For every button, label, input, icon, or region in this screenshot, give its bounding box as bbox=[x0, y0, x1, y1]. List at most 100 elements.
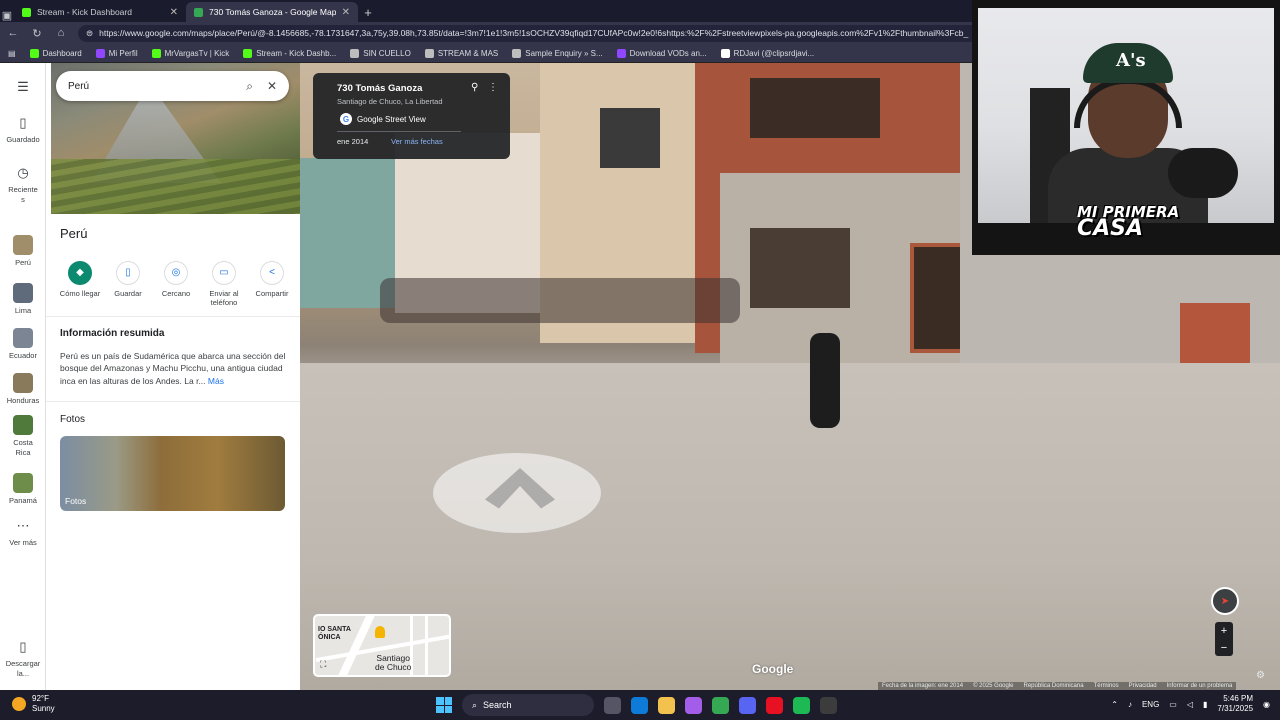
menu-button[interactable]: ☰ bbox=[0, 79, 46, 99]
home-icon[interactable]: ⌂ bbox=[54, 27, 68, 39]
network-icon[interactable]: ▭ bbox=[1169, 700, 1177, 709]
browser-tab[interactable]: 730 Tomás Ganoza - Google Maps ✕ bbox=[186, 2, 358, 22]
new-tab-icon[interactable]: + bbox=[358, 2, 378, 22]
menu-icon: ☰ bbox=[17, 79, 29, 94]
copilot-icon[interactable] bbox=[685, 696, 702, 714]
bookmark-item[interactable]: Sample Enquiry » S... bbox=[512, 48, 603, 58]
tray-chevron-icon[interactable]: ⌃ bbox=[1111, 700, 1118, 709]
action-phone[interactable]: ▭ Enviar al teléfono bbox=[200, 261, 248, 308]
bookmark-item[interactable]: Mi Perfil bbox=[95, 48, 138, 58]
action-directions[interactable]: ◆ Cómo llegar bbox=[56, 261, 104, 308]
minimap-area-label: IO SANTA ÓNICA bbox=[318, 626, 351, 642]
recent-place-label: Rica bbox=[15, 447, 31, 457]
search-box[interactable]: Perú ⌕ ✕ bbox=[56, 71, 289, 101]
attribution-item[interactable]: Informar de un problema bbox=[1167, 683, 1233, 689]
recent-place-item[interactable]: Lima bbox=[0, 283, 46, 316]
bookmark-item[interactable]: STREAM & MAS bbox=[424, 48, 498, 58]
sv-more-dates-link[interactable]: Ver más fechas bbox=[391, 137, 443, 146]
google-g-icon: G bbox=[340, 113, 352, 125]
settings-icon[interactable]: ⚙ bbox=[1256, 670, 1265, 681]
action-share[interactable]: < Compartir bbox=[248, 261, 296, 308]
folder-icon[interactable] bbox=[658, 696, 675, 714]
more-recents-button[interactable]: ⋯ Ver más bbox=[0, 518, 46, 548]
bookmark-label: Mi Perfil bbox=[108, 48, 138, 58]
action-bookmark[interactable]: ▯ Guardar bbox=[104, 261, 152, 308]
battery-icon[interactable]: ▮ bbox=[1203, 700, 1207, 709]
recent-place-item[interactable]: Honduras bbox=[0, 373, 46, 406]
taskbar-center: ⌕ Search bbox=[436, 694, 837, 716]
opera-icon[interactable] bbox=[766, 696, 783, 714]
zoom-in-icon[interactable]: + bbox=[1221, 625, 1227, 637]
recent-place-item[interactable]: Panamá bbox=[0, 473, 46, 506]
tab-actions-icon[interactable]: ▣ bbox=[0, 9, 14, 22]
compass-icon[interactable]: ➤ bbox=[1211, 587, 1239, 615]
close-tab-icon[interactable]: ✕ bbox=[170, 7, 178, 18]
saved-button[interactable]: ▯ Guardado bbox=[0, 115, 46, 145]
summary-more-link[interactable]: Más bbox=[208, 376, 224, 386]
chrome-icon[interactable] bbox=[712, 696, 729, 714]
close-icon[interactable]: ✕ bbox=[267, 79, 277, 93]
terminal-icon[interactable] bbox=[820, 696, 837, 714]
photos-thumbnail[interactable]: Fotos bbox=[60, 436, 285, 511]
clock[interactable]: 5:46 PM 7/31/2025 bbox=[1217, 694, 1253, 715]
recent-place-item[interactable]: Costa Rica bbox=[0, 415, 46, 458]
recent-place-item[interactable]: Ecuador bbox=[0, 328, 46, 361]
apps-icon[interactable]: ▤ bbox=[8, 49, 16, 58]
recent-place-thumbnail bbox=[13, 283, 33, 303]
expand-icon[interactable]: ⛶ bbox=[320, 659, 326, 670]
divider bbox=[337, 131, 461, 132]
search-input[interactable]: Perú bbox=[68, 81, 232, 92]
attribution-item[interactable]: Privacidad bbox=[1129, 683, 1157, 689]
bookmark-item[interactable]: Dashboard bbox=[29, 48, 82, 58]
navigation-disc[interactable] bbox=[433, 453, 601, 533]
spotify-icon[interactable] bbox=[793, 696, 810, 714]
discord-icon[interactable] bbox=[739, 696, 756, 714]
taskbar-search-label: Search bbox=[483, 700, 512, 710]
bookmark-item[interactable]: MrVargasTv | Kick bbox=[151, 48, 230, 58]
back-icon[interactable]: ← bbox=[6, 27, 20, 39]
download-app-button[interactable]: ▯ Descargar la... bbox=[0, 639, 46, 678]
reload-icon[interactable]: ↻ bbox=[30, 27, 44, 40]
share-icon: < bbox=[260, 261, 284, 285]
bookmark-item[interactable]: RDJavi (@clipsrdjavi... bbox=[720, 48, 814, 58]
browser-tab[interactable]: Stream - Kick Dashboard ✕ bbox=[14, 2, 186, 22]
attribution-bar: Fecha de la imagen: ene 2014 © 2025 Googl… bbox=[878, 682, 1237, 690]
bookmark-favicon-icon bbox=[424, 48, 434, 58]
google-watermark: Google bbox=[752, 662, 794, 676]
recent-place-thumbnail bbox=[13, 415, 33, 435]
language-indicator[interactable]: ENG bbox=[1142, 700, 1159, 709]
notification-icon[interactable]: ◉ bbox=[1263, 700, 1270, 709]
attribution-item[interactable]: República Dominicana bbox=[1024, 683, 1084, 689]
webcam-overlay: A's MI PRIMERA CASA bbox=[972, 0, 1280, 255]
bookmark-label: MrVargasTv | Kick bbox=[164, 48, 230, 58]
history-icon: ◷ bbox=[17, 165, 29, 180]
minimap[interactable]: IO SANTA ÓNICA Santiago de Chuco ⛶ bbox=[313, 614, 451, 677]
recents-button[interactable]: ◷ Reciente s bbox=[0, 165, 46, 204]
edge-icon[interactable] bbox=[631, 696, 648, 714]
bookmark-favicon-icon bbox=[243, 48, 253, 58]
bookmark-item[interactable]: Download VODs an... bbox=[616, 48, 707, 58]
weather-widget[interactable]: 92°F Sunny bbox=[12, 694, 55, 713]
bookmark-item[interactable]: SIN CUELLO bbox=[350, 48, 411, 58]
task-view-icon[interactable] bbox=[604, 696, 621, 714]
search-icon[interactable]: ⌕ bbox=[246, 79, 253, 94]
bookmark-item[interactable]: Stream - Kick Dashb... bbox=[243, 48, 336, 58]
phone-icon: ▯ bbox=[19, 639, 27, 654]
taskbar-search[interactable]: ⌕ Search bbox=[462, 694, 594, 716]
minimap-town-label: Santiago de Chuco bbox=[375, 653, 411, 673]
close-tab-icon[interactable]: ✕ bbox=[342, 7, 350, 18]
mic-icon[interactable]: ♪ bbox=[1128, 700, 1132, 709]
attribution-item[interactable]: Términos bbox=[1094, 683, 1119, 689]
site-info-icon[interactable]: ⊜ bbox=[86, 28, 93, 39]
recent-place-item[interactable]: Perú bbox=[0, 235, 46, 268]
windows-start-icon[interactable] bbox=[436, 697, 452, 713]
volume-icon[interactable]: ◁ bbox=[1187, 700, 1193, 709]
stream-logo: MI PRIMERA CASA bbox=[1077, 204, 1179, 240]
system-tray: ⌃ ♪ ENG ▭ ◁ ▮ 5:46 PM 7/31/2025 ◉ bbox=[1111, 694, 1270, 715]
zoom-out-icon[interactable]: − bbox=[1221, 642, 1227, 654]
attribution-item: © 2025 Google bbox=[973, 683, 1014, 689]
location-pin-icon[interactable]: ⚲ bbox=[471, 82, 478, 93]
action-nearby[interactable]: ◎ Cercano bbox=[152, 261, 200, 308]
more-vert-icon[interactable]: ⋮ bbox=[488, 82, 498, 93]
action-label: Guardar bbox=[114, 289, 142, 298]
